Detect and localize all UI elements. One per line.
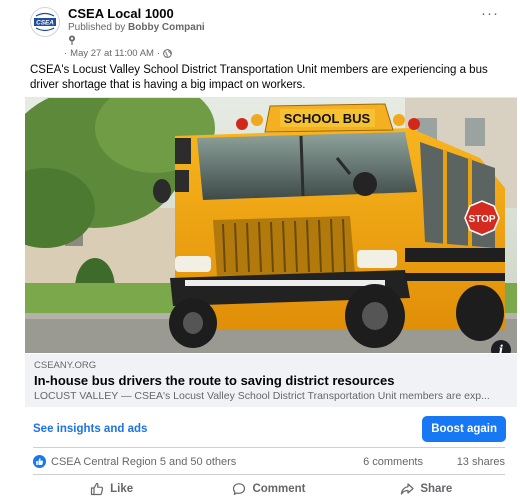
shares-count[interactable]: 13 shares [457,456,505,468]
share-button[interactable]: Share [348,480,505,498]
publisher-name[interactable]: Bobby Compani [128,22,205,33]
link-title[interactable]: In-house bus drivers the route to saving… [34,373,394,388]
like-reaction-icon [33,455,46,468]
reactions-summary: CSEA Central Region 5 and 50 others 6 co… [33,455,505,471]
more-icon[interactable]: ··· [480,6,500,22]
divider [33,447,505,448]
stop-sign-text: STOP [468,214,495,225]
page-name[interactable]: CSEA Local 1000 [68,6,174,21]
post-actions: Like Comment Share [33,480,505,498]
link-description: LOCUST VALLEY — CSEA's Locust Valley Sch… [34,390,490,402]
post-timestamp[interactable]: May 27 at 11:00 AM [70,48,154,59]
comment-button[interactable]: Comment [190,480,347,498]
pin-icon [69,35,75,45]
link-preview-image[interactable]: SCHOOL BUS STOP i [25,98,517,353]
post-header: CSEA CSEA Local 1000 Published by Bobby … [30,6,500,59]
like-icon [91,482,104,496]
insights-row: See insights and ads Boost again [25,410,517,446]
published-by-label: Published by [68,22,126,33]
published-by-line: Published by Bobby Compani [68,22,205,33]
share-icon [401,483,414,495]
share-label: Share [420,483,453,495]
link-domain: CSEANY.ORG [34,360,97,371]
link-preview-card[interactable]: SCHOOL BUS STOP i CSEANY.ORG In-house bu… [25,97,517,407]
comment-icon [233,483,246,495]
boost-again-button[interactable]: Boost again [422,416,506,442]
divider [33,474,505,475]
meta-separator: · [156,48,161,59]
like-label: Like [110,483,134,495]
comment-label: Comment [252,483,306,495]
facebook-post: CSEA CSEA Local 1000 Published by Bobby … [0,0,520,498]
meta-separator-lead: · [64,48,68,59]
link-preview-meta[interactable]: CSEANY.ORG In-house bus drivers the rout… [25,354,517,407]
info-icon[interactable]: i [491,340,511,353]
like-button[interactable]: Like [33,480,190,498]
globe-icon [163,49,173,58]
avatar-logo-text: CSEA [36,20,54,27]
bus-sign-text: SCHOOL BUS [284,111,371,126]
see-insights-link[interactable]: See insights and ads [33,423,147,435]
reaction-names[interactable]: CSEA Central Region 5 and 50 others [51,456,236,468]
comments-count[interactable]: 6 comments [363,456,423,468]
post-body-text: CSEA's Locust Valley School District Tra… [30,64,488,91]
post-meta: · May 27 at 11:00 AM · [64,48,173,59]
page-avatar[interactable]: CSEA [30,7,60,37]
